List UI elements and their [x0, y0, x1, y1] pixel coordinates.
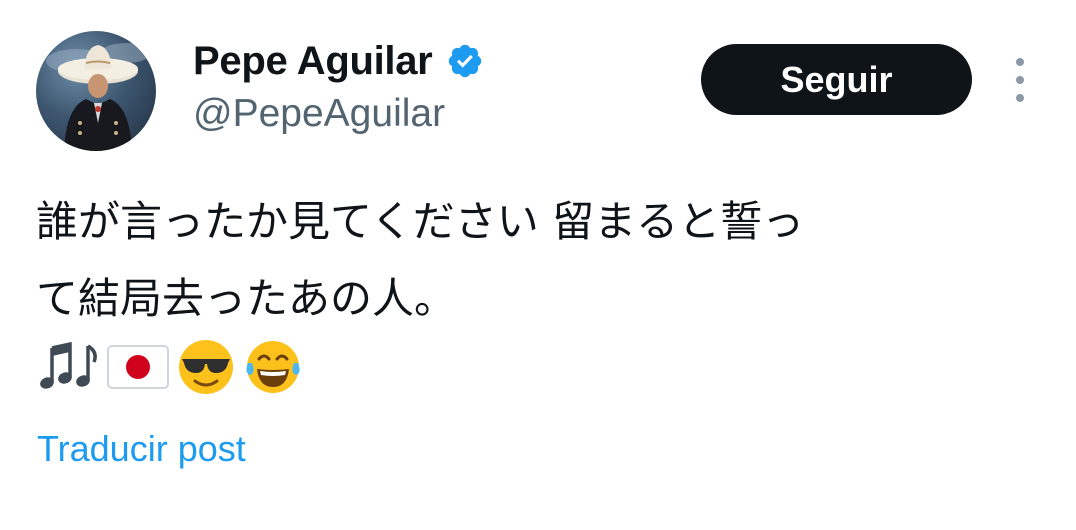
tears-of-joy-emoji — [246, 341, 300, 393]
more-dot — [1016, 94, 1024, 102]
sunglasses-face-emoji — [179, 340, 233, 394]
author-handle[interactable]: @PepeAguilar — [193, 92, 445, 136]
more-vertical-icon[interactable] — [1008, 58, 1032, 102]
follow-button[interactable]: Seguir — [701, 44, 972, 115]
verified-badge-icon[interactable] — [446, 42, 484, 80]
author-display-name[interactable]: Pepe Aguilar — [193, 39, 433, 84]
more-dot — [1016, 58, 1024, 66]
author-name-row: Pepe Aguilar — [193, 36, 484, 86]
emoji-row — [38, 339, 310, 395]
japan-flag-emoji — [107, 345, 169, 389]
tweet-text: 誰が言ったか見てください 留まると誓っ て結局去ったあの人。 — [36, 197, 805, 323]
avatar[interactable] — [36, 31, 156, 151]
musical-notes-emoji — [40, 341, 97, 389]
avatar-photo — [46, 43, 151, 151]
more-dot — [1016, 76, 1024, 84]
translate-post-link[interactable]: Traducir post — [37, 428, 246, 470]
